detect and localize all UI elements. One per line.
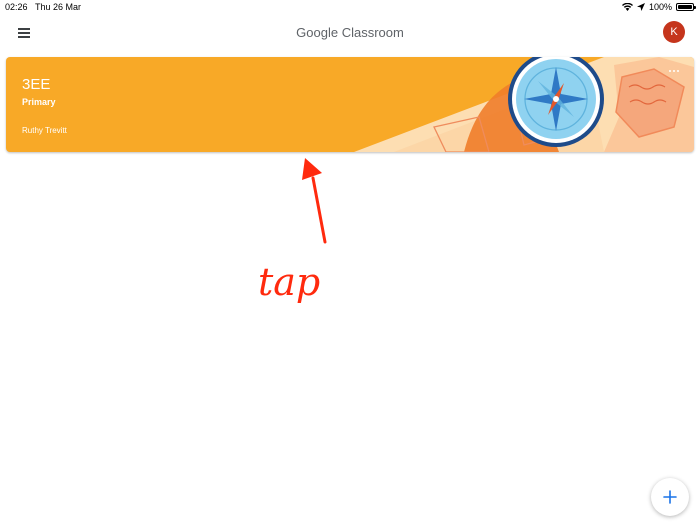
annotation-text: tap [258, 260, 320, 304]
class-name[interactable]: 3EE [22, 76, 50, 93]
battery-icon [676, 3, 696, 11]
battery-percent: 100% [648, 2, 672, 12]
app-bar: Google Classroom K [0, 14, 700, 52]
account-avatar[interactable]: K [663, 21, 685, 43]
status-indicators: 100% [621, 2, 696, 12]
add-class-button[interactable] [651, 478, 689, 516]
class-teacher: Ruthy Trevitt [22, 126, 67, 135]
class-section: Primary [22, 97, 56, 107]
compass-map-icon [354, 57, 694, 152]
location-arrow-icon [636, 3, 645, 11]
plus-icon [663, 490, 677, 504]
class-card[interactable]: 3EE Primary Ruthy Trevitt [6, 57, 694, 152]
arrow-up-icon [302, 158, 327, 244]
more-horizontal-icon[interactable] [666, 66, 682, 76]
status-time: 02:26 [5, 2, 28, 12]
wifi-icon [621, 3, 633, 11]
avatar-initial: K [670, 26, 678, 38]
app-title: Google Classroom [296, 25, 404, 40]
status-bar: 02:26 Thu 26 Mar 100% [0, 0, 700, 14]
status-date: Thu 26 Mar [35, 2, 82, 12]
